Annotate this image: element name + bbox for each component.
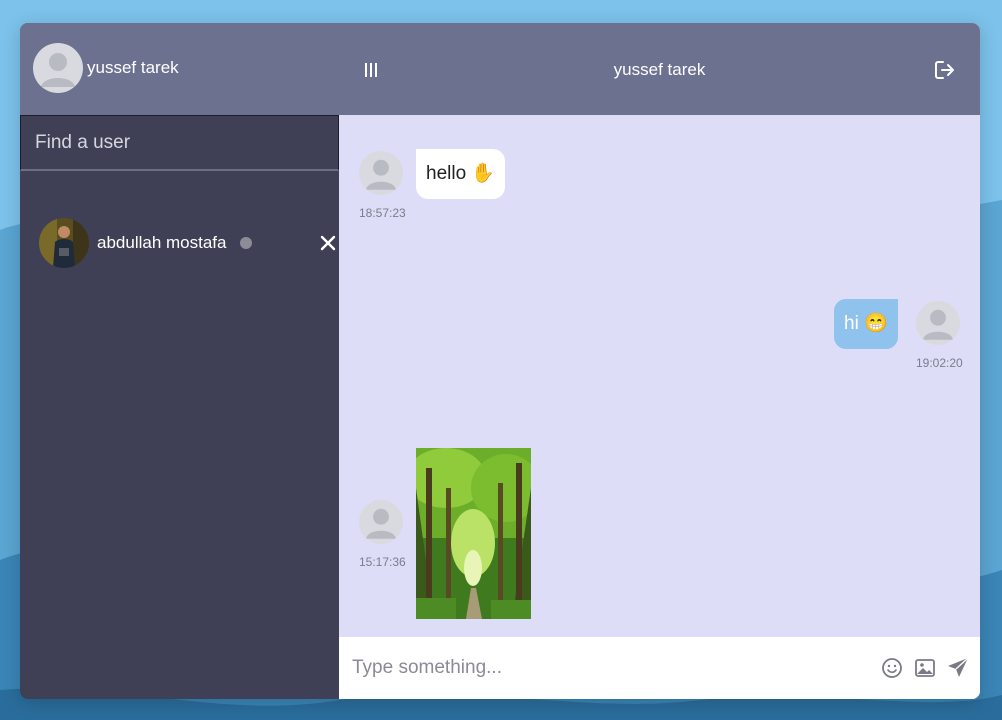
- message-bubble-outgoing: hi 😁: [834, 299, 898, 349]
- image-icon[interactable]: [914, 657, 936, 679]
- chat-title: yussef tarek: [613, 60, 706, 79]
- sidebar-header: yussef tarek: [20, 23, 339, 115]
- chat-app: yussef tarek abdullah mostafa: [20, 23, 980, 699]
- contact-photo: [39, 218, 89, 268]
- contact-avatar: [39, 218, 89, 268]
- message-avatar: [359, 500, 403, 544]
- message-bubble-incoming: hello ✋: [416, 149, 506, 199]
- default-avatar-icon: [366, 159, 396, 190]
- default-avatar-icon: [366, 508, 396, 539]
- current-user-name: yussef tarek: [87, 58, 179, 77]
- message-avatar: [916, 301, 960, 345]
- message-time: 15:17:36: [359, 555, 406, 569]
- chat-header: yussef tarek: [339, 23, 980, 115]
- message-avatar: [359, 151, 403, 195]
- contact-item[interactable]: abdullah mostafa: [20, 211, 339, 275]
- current-user-avatar[interactable]: [33, 43, 83, 93]
- emoji-icon[interactable]: [881, 657, 903, 679]
- message-image[interactable]: [416, 448, 531, 619]
- status-dot: [240, 237, 252, 249]
- contact-name: abdullah mostafa: [97, 233, 227, 252]
- message-input[interactable]: [339, 637, 869, 699]
- sidebar: yussef tarek abdullah mostafa: [20, 23, 339, 699]
- user-search: [20, 115, 339, 171]
- message-time: 18:57:23: [359, 206, 406, 220]
- close-icon[interactable]: [318, 233, 338, 253]
- send-icon[interactable]: [946, 656, 970, 680]
- logout-icon[interactable]: [933, 59, 957, 81]
- message-time: 19:02:20: [916, 356, 963, 370]
- default-avatar-icon: [41, 53, 75, 87]
- default-avatar-icon: [923, 309, 953, 340]
- search-input[interactable]: [21, 116, 338, 169]
- message-composer: [339, 637, 980, 699]
- chat-panel: yussef tarek hello ✋ 18:57:23 hi 😁 19:02…: [339, 23, 980, 699]
